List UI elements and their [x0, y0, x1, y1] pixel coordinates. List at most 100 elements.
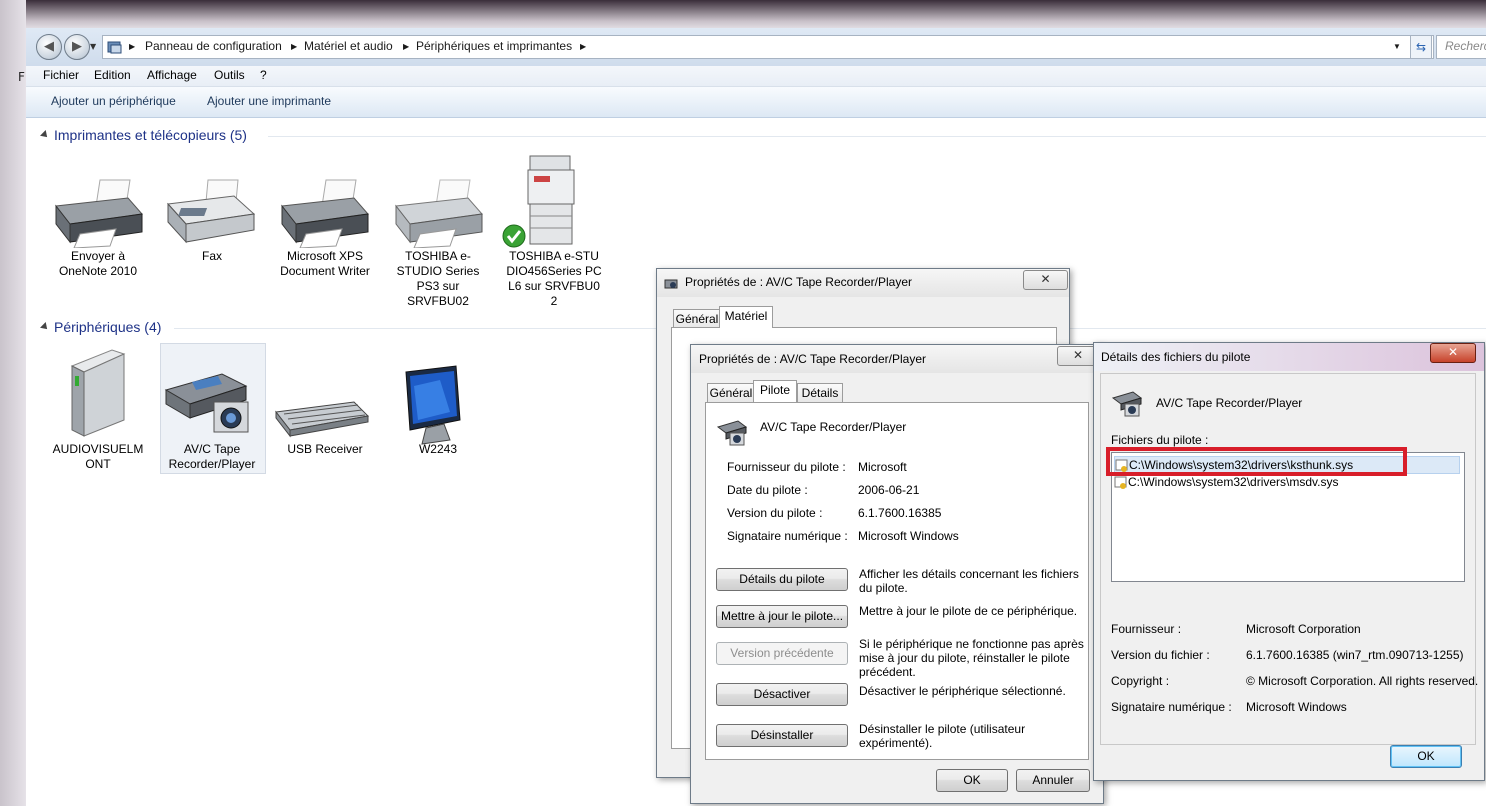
file-version-value: 6.1.7600.16385 (win7_rtm.090713-1255) [1246, 648, 1464, 662]
address-bar[interactable]: ▶ Panneau de configuration ▶ Matériel et… [102, 35, 1434, 59]
driver-tab-panel: AV/C Tape Recorder/Player Fournisseur du… [705, 402, 1089, 760]
update-driver-button[interactable]: Mettre à jour le pilote... [716, 605, 848, 628]
menu-tools[interactable]: Outils [214, 68, 245, 82]
update-driver-description: Mettre à jour le pilote de ce périphériq… [859, 604, 1078, 618]
menu-edit[interactable]: Edition [94, 68, 131, 82]
add-printer-button[interactable]: Ajouter une imprimante [207, 94, 331, 108]
menu-view[interactable]: Affichage [147, 68, 197, 82]
devices-group-title[interactable]: Périphériques (4) [54, 319, 161, 335]
breadcrumb-separator-icon[interactable]: ▶ [403, 42, 409, 51]
driver-provider-value: Microsoft [858, 460, 907, 474]
scanner-camera-icon [164, 373, 249, 433]
breadcrumb-control-panel[interactable]: Panneau de configuration [145, 39, 282, 53]
dialog-title: Détails des fichiers du pilote [1101, 350, 1251, 364]
background-window-frame: F [0, 0, 26, 806]
menu-file[interactable]: Fichier [43, 68, 79, 82]
digital-signer-value: Microsoft Windows [858, 529, 959, 543]
provider-value: Microsoft Corporation [1246, 622, 1361, 636]
add-device-button[interactable]: Ajouter un périphérique [51, 94, 176, 108]
search-placeholder: Recherc [1445, 39, 1486, 53]
uninstall-driver-description: Désinstaller le pilote (utilisateur expé… [859, 722, 1026, 750]
annotation-highlight-box [1106, 447, 1407, 476]
copyright-value: © Microsoft Corporation. All rights rese… [1246, 674, 1479, 688]
monitor-icon [405, 365, 461, 445]
address-history-dropdown-icon[interactable]: ▼ [1393, 42, 1401, 51]
printer-label[interactable]: Fax [162, 249, 262, 264]
driver-date-value: 2006-06-21 [858, 483, 920, 497]
dialog-titlebar: Détails des fichiers du pilote ✕ [1094, 343, 1484, 371]
digital-signer-label: Signataire numérique : [1111, 700, 1232, 714]
file-version-label: Version du fichier : [1111, 648, 1210, 662]
printer-icon [281, 179, 369, 248]
driver-files-label: Fichiers du pilote : [1111, 433, 1209, 447]
default-printer-check-icon [502, 224, 526, 248]
breadcrumb-devices-printers[interactable]: Périphériques et imprimantes [416, 39, 572, 53]
driver-version-label: Version du pilote : [727, 506, 823, 520]
device-small-icon [664, 279, 678, 289]
refresh-button[interactable]: ⇆ [1410, 35, 1432, 59]
device-label[interactable]: USB Receiver [275, 442, 375, 457]
rollback-driver-button[interactable]: Version précédente [716, 642, 848, 665]
collapse-devices-icon[interactable] [40, 322, 50, 332]
breadcrumb-separator-icon[interactable]: ▶ [580, 42, 586, 51]
driver-file-path: C:\Windows\system32\drivers\msdv.sys [1128, 475, 1339, 489]
copyright-label: Copyright : [1111, 674, 1170, 688]
back-arrow-icon: ◀ [44, 39, 54, 54]
driver-version-value: 6.1.7600.16385 [858, 506, 942, 520]
menu-help[interactable]: ? [260, 68, 267, 82]
collapse-printers-icon[interactable] [40, 130, 50, 140]
tab-general[interactable]: Général [673, 309, 721, 328]
dialog-titlebar: Propriétés de : AV/C Tape Recorder/Playe… [691, 345, 1103, 373]
ok-button[interactable]: OK [1390, 745, 1462, 768]
printer-icon [55, 179, 143, 248]
disable-device-button[interactable]: Désactiver [716, 683, 848, 706]
device-icon [1111, 391, 1143, 417]
device-label[interactable]: AV/C Tape Recorder/Player [162, 442, 262, 472]
ok-button[interactable]: OK [936, 769, 1008, 792]
control-panel-icon [107, 41, 122, 54]
driver-file-details-dialog: Détails des fichiers du pilote ✕ AV/C Ta… [1093, 342, 1485, 781]
device-name: AV/C Tape Recorder/Player [760, 420, 907, 434]
back-button[interactable]: ◀ [36, 34, 62, 60]
printers-group-title[interactable]: Imprimantes et télécopieurs (5) [54, 127, 247, 143]
driver-details-description: Afficher les détails concernant les fich… [859, 567, 1079, 595]
menu-bar: Fichier Edition Affichage Outils ? [26, 66, 1486, 87]
driver-date-label: Date du pilote : [727, 483, 808, 497]
printer-label[interactable]: Envoyer à OneNote 2010 [48, 249, 148, 279]
digital-signer-label: Signataire numérique : [727, 529, 848, 543]
printer-label[interactable]: TOSHIBA e-STUDIO Series PS3 sur SRVFBU02 [388, 249, 488, 309]
list-item[interactable]: C:\Windows\system32\drivers\msdv.sys [1114, 474, 1458, 490]
device-label[interactable]: W2243 [388, 442, 488, 457]
breadcrumb-separator-icon[interactable]: ▶ [129, 42, 135, 51]
device-name: AV/C Tape Recorder/Player [1156, 396, 1303, 410]
tab-hardware[interactable]: Matériel [719, 306, 773, 328]
printer-label[interactable]: Microsoft XPS Document Writer [275, 249, 375, 279]
disable-device-description: Désactiver le périphérique sélectionné. [859, 684, 1066, 698]
close-button[interactable]: ✕ [1430, 343, 1476, 363]
uninstall-driver-button[interactable]: Désinstaller [716, 724, 848, 747]
driver-details-button[interactable]: Détails du pilote [716, 568, 848, 591]
provider-label: Fournisseur : [1111, 622, 1182, 636]
breadcrumb-separator-icon[interactable]: ▶ [291, 42, 297, 51]
cancel-button[interactable]: Annuler [1016, 769, 1090, 792]
recent-pages-dropdown-icon[interactable]: ▼ [90, 42, 96, 51]
device-icon [716, 420, 748, 446]
dialog-title: Propriétés de : AV/C Tape Recorder/Playe… [699, 352, 927, 366]
forward-button[interactable]: ▶ [64, 34, 90, 60]
background-window-letter: F [18, 70, 25, 84]
search-input[interactable]: Recherc [1436, 35, 1486, 59]
drive-icon [70, 349, 126, 437]
tab-driver[interactable]: Pilote [753, 380, 797, 402]
device-label[interactable]: AUDIOVISUELMONT [48, 442, 148, 472]
breadcrumb-hardware-sound[interactable]: Matériel et audio [304, 39, 393, 53]
printer-label[interactable]: TOSHIBA e-STUDIO456Series PCL6 sur SRVFB… [505, 249, 603, 309]
tab-details[interactable]: Détails [797, 383, 843, 402]
tab-general[interactable]: Général [707, 383, 755, 402]
close-button[interactable]: ✕ [1023, 270, 1068, 290]
group-divider [268, 136, 1486, 137]
dialog-title: Propriétés de : AV/C Tape Recorder/Playe… [685, 275, 913, 289]
driver-provider-label: Fournisseur du pilote : [727, 460, 846, 474]
rollback-driver-description: Si le périphérique ne fonctionne pas apr… [859, 637, 1084, 679]
printer-icon [395, 179, 483, 248]
command-bar: Ajouter un périphérique Ajouter une impr… [26, 87, 1486, 118]
